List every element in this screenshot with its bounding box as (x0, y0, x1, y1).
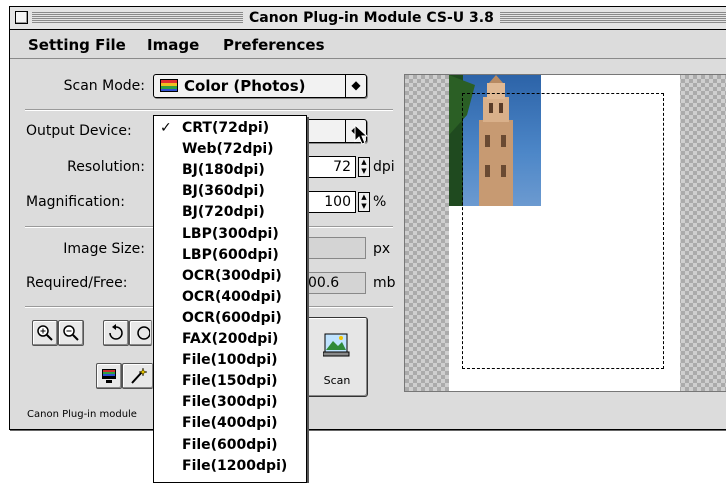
menu-setting-file[interactable]: Setting File (28, 36, 126, 54)
monitor-icon (102, 369, 116, 383)
checkmark-icon: ✓ (160, 120, 172, 136)
dropdown-option[interactable]: BJ(360dpi) (182, 183, 265, 199)
dropdown-option[interactable]: LBP(600dpi) (182, 247, 279, 263)
image-size-label: Image Size: (63, 241, 145, 257)
dropdown-option[interactable]: File(600dpi) (182, 437, 278, 453)
resolution-label: Resolution: (67, 159, 145, 175)
preview-page (449, 75, 680, 391)
dropdown-option[interactable]: OCR(600dpi) (182, 310, 282, 326)
magic-wand-button[interactable] (122, 363, 153, 389)
menu-preferences[interactable]: Preferences (223, 36, 325, 54)
divider (25, 109, 393, 111)
dropdown-option[interactable]: File(100dpi) (182, 352, 278, 368)
rotate-right-icon (137, 326, 151, 340)
close-box-icon[interactable] (15, 11, 28, 24)
zoom-out-icon (63, 325, 79, 341)
selection-marquee[interactable] (462, 93, 664, 369)
dropdown-option[interactable]: File(300dpi) (182, 394, 278, 410)
zoom-in-icon (37, 325, 53, 341)
dropdown-option[interactable]: Web(72dpi) (182, 141, 274, 157)
magic-wand-icon (131, 367, 148, 384)
dropdown-option[interactable]: File(1200dpi) (182, 458, 287, 474)
dropdown-option[interactable]: CRT(72dpi) (182, 120, 269, 136)
magnification-stepper[interactable]: ▲ ▼ (358, 192, 370, 212)
scan-button-label: Scan (323, 374, 351, 387)
rotate-left-button[interactable] (103, 320, 129, 346)
menu-bar: Setting File Image Preferences (10, 30, 726, 59)
title-bar[interactable]: Canon Plug-in Module CS-U 3.8 (10, 7, 726, 30)
zoom-in-button[interactable] (32, 320, 58, 346)
required-free-label: Required/Free: (26, 275, 128, 291)
resolution-stepper[interactable]: ▲ ▼ (358, 157, 370, 177)
plugin-window: Canon Plug-in Module CS-U 3.8 Setting Fi… (9, 6, 726, 430)
scan-mode-popup[interactable]: Color (Photos) ◆ (153, 74, 367, 98)
magnification-label: Magnification: (26, 194, 125, 210)
zoom-out-button[interactable] (58, 320, 84, 346)
dropdown-option[interactable]: OCR(400dpi) (182, 289, 282, 305)
scan-mode-value: Color (Photos) (184, 77, 306, 95)
scan-button[interactable]: Scan (306, 317, 368, 397)
dropdown-option[interactable]: BJ(180dpi) (182, 162, 265, 178)
status-text: Canon Plug-in module (27, 409, 137, 420)
window-title: Canon Plug-in Module CS-U 3.8 (243, 10, 500, 26)
output-device-dropdown[interactable]: ✓ CRT(72dpi) Web(72dpi) BJ(180dpi) BJ(360dp… (153, 115, 307, 483)
resolution-unit: dpi (373, 159, 395, 175)
image-size-unit: px (373, 241, 391, 257)
dropdown-option[interactable]: File(400dpi) (182, 415, 278, 431)
scan-mode-label: Scan Mode: (63, 78, 145, 94)
color-swatch-icon (160, 79, 178, 92)
output-device-label: Output Device: (26, 123, 132, 139)
resolution-field[interactable]: 72 (306, 156, 356, 178)
monitor-button[interactable] (96, 363, 122, 389)
rotate-left-icon (109, 324, 123, 340)
popup-arrows-icon: ◆ (345, 75, 366, 97)
dropdown-option[interactable]: FAX(200dpi) (182, 331, 278, 347)
dropdown-option[interactable]: BJ(720dpi) (182, 204, 265, 220)
dropdown-option[interactable]: File(150dpi) (182, 373, 278, 389)
dropdown-option[interactable]: OCR(300dpi) (182, 268, 282, 284)
preview-area[interactable] (404, 74, 726, 392)
required-free-unit: mb (373, 275, 396, 291)
rotate-right-button[interactable] (129, 320, 152, 346)
scan-preview-icon (323, 333, 350, 357)
dropdown-option[interactable]: LBP(300dpi) (182, 226, 279, 242)
menu-image[interactable]: Image (147, 36, 199, 54)
magnification-unit: % (373, 194, 387, 210)
arrow-cursor-icon (354, 124, 368, 145)
magnification-field[interactable]: 100 (306, 191, 356, 213)
